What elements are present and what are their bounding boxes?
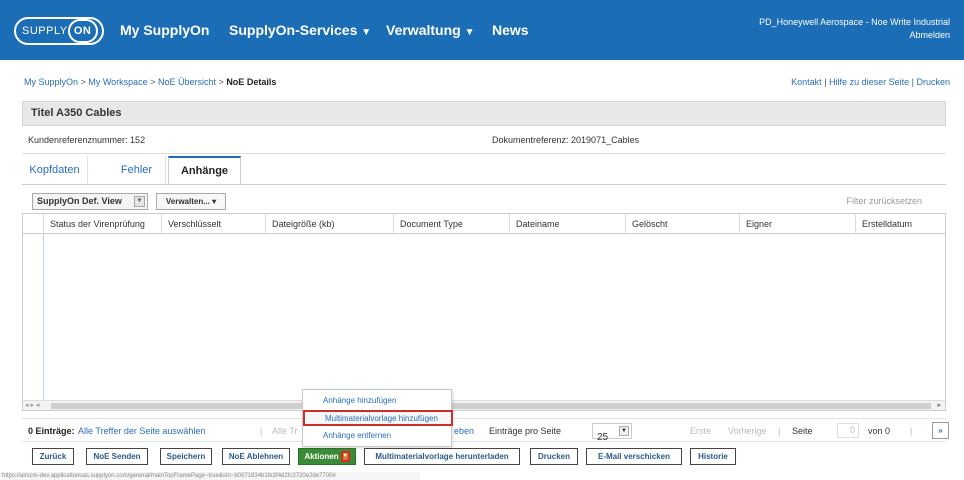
send-email-button[interactable]: E-Mail verschicken (586, 448, 682, 465)
column-header[interactable]: Erstelldatum (855, 214, 945, 234)
column-header[interactable]: Document Type (393, 214, 509, 234)
page-number-input[interactable]: 0 (837, 423, 859, 438)
pager-separator: | (910, 426, 913, 436)
status-bar-url: https://airscm-dev.applicationuas.supply… (0, 472, 420, 480)
logo-on-badge: ON (67, 19, 98, 43)
actions-dropdown-menu: Anhänge hinzufügen Multimaterialvorlage … (302, 389, 453, 447)
user-name: PD_Honeywell Aerospace - Noe Write Indus… (759, 17, 950, 27)
logo-text: SUPPLY (22, 25, 68, 37)
page-of-total: von 0 (868, 426, 891, 436)
noe-reject-button[interactable]: NoE Ablehnen (222, 448, 290, 465)
document-reference: Dokumentreferenz: 2019071_Cables (492, 135, 640, 145)
chevron-down-icon[interactable]: ▾ (340, 451, 350, 463)
back-button[interactable]: Zurück (32, 448, 74, 465)
link-separator: | (911, 77, 914, 87)
column-header[interactable]: Status der Virenprüfung (43, 214, 161, 234)
kontakt-link[interactable]: Kontakt (791, 77, 822, 87)
breadcrumb: My SupplyOn > My Workspace > NoE Übersic… (24, 77, 276, 87)
nav-supplyon-services[interactable]: SupplyOn-Services ▼ (229, 22, 371, 38)
nav-my-supplyon[interactable]: My SupplyOn (120, 22, 209, 38)
save-button[interactable]: Speichern (160, 448, 212, 465)
scrollbar-thumb[interactable] (51, 403, 931, 409)
grid-header: Status der Virenprüfung Verschlüsselt Da… (23, 214, 945, 234)
tab-fehler[interactable]: Fehler (108, 156, 166, 184)
chevron-down-icon: ▼ (134, 196, 145, 207)
logout-link[interactable]: Abmelden (759, 29, 950, 42)
scroll-right-icon[interactable]: ▸ (937, 401, 941, 411)
chevron-down-icon: ▼ (619, 426, 629, 436)
pager-bar: 0 Einträge: Alle Treffer der Seite auswä… (22, 418, 949, 443)
print-button[interactable]: Drucken (530, 448, 578, 465)
reference-row: Kundenreferenznummer: 152 Dokumentrefere… (22, 126, 946, 154)
link-separator: | (824, 77, 827, 87)
scroll-left-icon[interactable]: ◂ ▸ ◂ (25, 401, 39, 411)
nav-news[interactable]: News (492, 22, 529, 38)
tab-anhaenge[interactable]: Anhänge (168, 156, 241, 184)
breadcrumb-separator: > (80, 77, 86, 87)
history-button[interactable]: Historie (690, 448, 736, 465)
partial-link[interactable]: eben (454, 426, 474, 436)
next-page-button[interactable]: » (932, 422, 949, 439)
chevron-down-icon: ▼ (361, 27, 372, 38)
column-header[interactable]: Dateigröße (kb) (265, 214, 393, 234)
menu-item-add-attachments[interactable]: Anhänge hinzufügen (323, 396, 396, 405)
top-navigation-bar: SUPPLY ON My SupplyOn SupplyOn-Services ▼… (0, 0, 964, 60)
user-info: PD_Honeywell Aerospace - Noe Write Indus… (759, 16, 950, 42)
per-page-select[interactable]: 25 ▼ (592, 423, 632, 443)
breadcrumb-separator: > (218, 77, 224, 87)
column-header[interactable]: Eigner (739, 214, 855, 234)
tab-divider (22, 184, 946, 185)
tab-kopfdaten[interactable]: Kopfdaten (22, 156, 88, 184)
page-label: Seite (792, 426, 813, 436)
grid-toolbar: SupplyOn Def. View ▼ Verwalten... ▾ Filt… (22, 191, 946, 213)
entry-count: 0 Einträge: (28, 426, 75, 436)
breadcrumb-noe-uebersicht[interactable]: NoE Übersicht (158, 77, 216, 87)
column-header[interactable]: Dateiname (509, 214, 625, 234)
select-all-results-link[interactable]: Alle Tr (272, 426, 298, 436)
horizontal-scrollbar[interactable]: ◂ ▸ ◂ ▸ (23, 400, 945, 410)
grid-row-marker-line (43, 234, 44, 400)
top-links: Kontakt | Hilfe zu dieser Seite | Drucke… (791, 77, 950, 87)
supplyon-logo[interactable]: SUPPLY ON (14, 17, 104, 45)
noe-send-button[interactable]: NoE Senden (86, 448, 148, 465)
breadcrumb-current: NoE Details (226, 77, 277, 87)
pager-separator: | (260, 426, 263, 436)
verwalten-button[interactable]: Verwalten... ▾ (156, 193, 226, 210)
per-page-label: Einträge pro Seite (489, 426, 562, 436)
first-page-link[interactable]: Erste (690, 426, 711, 436)
print-link[interactable]: Drucken (916, 77, 950, 87)
customer-reference: Kundenreferenznummer: 152 (28, 135, 146, 145)
menu-item-remove-attachments[interactable]: Anhänge entfernen (323, 431, 391, 440)
nav-verwaltung[interactable]: Verwaltung ▼ (386, 22, 474, 38)
breadcrumb-my-workspace[interactable]: My Workspace (88, 77, 147, 87)
page-title: Titel A350 Cables (22, 101, 946, 126)
filter-reset-link[interactable]: Filter zurücksetzen (846, 196, 922, 206)
download-multimaterial-template-button[interactable]: Multimaterialvorlage herunterladen (364, 448, 520, 465)
attachments-grid: Status der Virenprüfung Verschlüsselt Da… (22, 213, 946, 411)
help-link[interactable]: Hilfe zu dieser Seite (829, 77, 909, 87)
menu-item-add-multimaterial-template[interactable]: Multimaterialvorlage hinzufügen (303, 410, 453, 426)
chevron-down-icon: ▼ (464, 27, 475, 38)
breadcrumb-my-supplyon[interactable]: My SupplyOn (24, 77, 78, 87)
pager-separator: | (778, 426, 781, 436)
breadcrumb-separator: > (150, 77, 156, 87)
previous-page-link[interactable]: Vorherige (728, 426, 767, 436)
column-header[interactable]: Verschlüsselt (161, 214, 265, 234)
view-select[interactable]: SupplyOn Def. View ▼ (32, 193, 148, 210)
select-all-on-page-link[interactable]: Alle Treffer der Seite auswählen (78, 426, 205, 436)
actions-button[interactable]: Aktionen ▾ (298, 448, 356, 465)
column-header[interactable]: Gelöscht (625, 214, 739, 234)
